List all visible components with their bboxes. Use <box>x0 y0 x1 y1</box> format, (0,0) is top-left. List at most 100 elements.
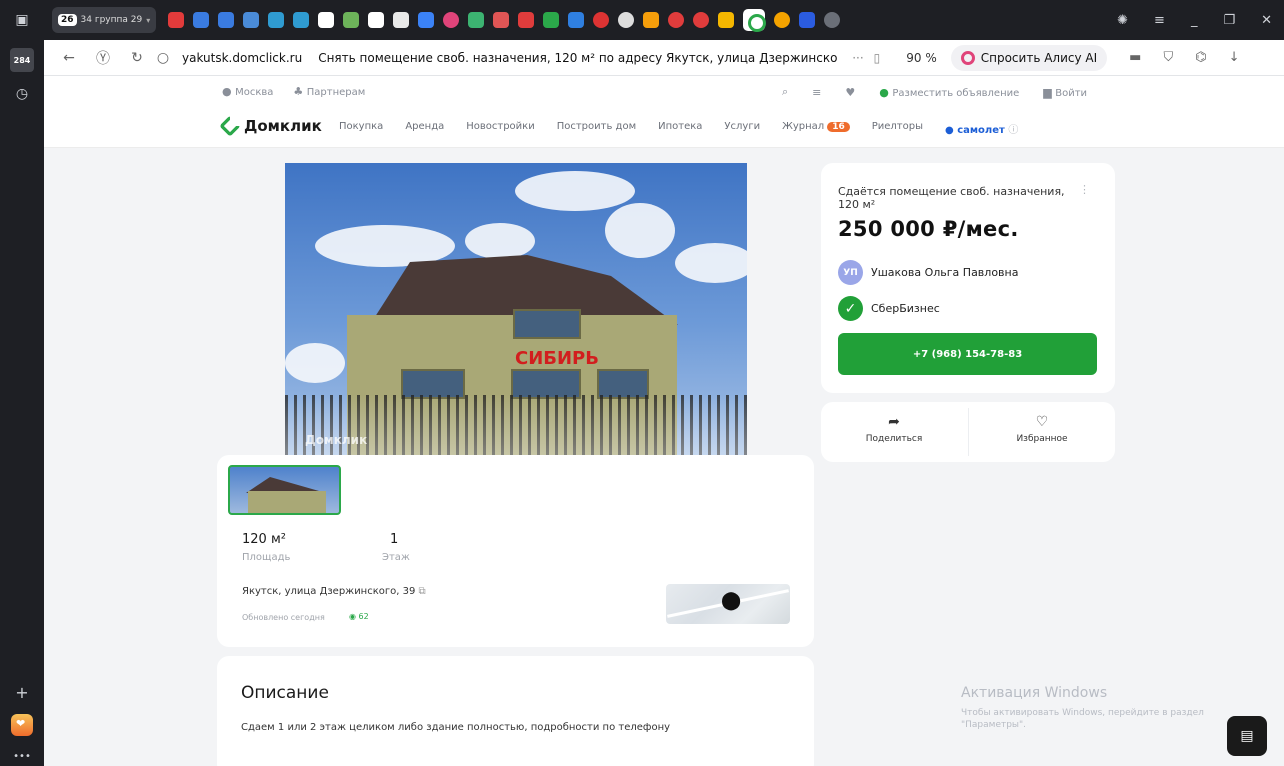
panels-icon[interactable]: ▣ <box>10 8 34 32</box>
nav-link-journal[interactable]: Журнал 16 <box>782 121 850 136</box>
city-label: Москва <box>235 87 274 98</box>
cloud <box>285 343 345 383</box>
tab-favicon[interactable] <box>543 12 560 28</box>
tab-favicon[interactable] <box>799 12 816 28</box>
partners-link[interactable]: ♣ Партнерам <box>293 85 365 98</box>
url-text[interactable]: yakutsk.domclick.ru <box>182 51 302 65</box>
tab-favicon[interactable] <box>693 12 710 28</box>
nav-link-mortgage[interactable]: Ипотека <box>658 121 702 136</box>
tab-count-badge[interactable]: 284 <box>10 48 34 72</box>
tab-favicon[interactable] <box>318 12 335 28</box>
zoom-level[interactable]: 90 % <box>906 51 937 65</box>
tab-favicon[interactable] <box>168 12 185 28</box>
nav-link-new-buildings[interactable]: Новостройки <box>466 121 534 136</box>
floor-label: Этаж <box>382 552 410 563</box>
translate-icon[interactable]: ⌬ <box>1195 50 1206 65</box>
nav-link-build-house[interactable]: Построить дом <box>557 121 636 136</box>
menu-icon[interactable]: ≡ <box>1154 13 1165 28</box>
share-button[interactable]: ➦ Поделиться <box>821 414 967 444</box>
nav-link-realtors[interactable]: Риелторы <box>872 121 923 136</box>
tab-group[interactable]: 26 34 группа 29 ▾ <box>52 7 157 33</box>
logo-text: Домклик <box>244 117 322 135</box>
nav-link-rent[interactable]: Аренда <box>405 121 444 136</box>
favorite-button[interactable]: ♡ Избранное <box>969 414 1115 444</box>
more-vertical-icon[interactable]: ⋮ <box>1079 183 1090 196</box>
extension-icon[interactable]: ✺ <box>1117 13 1128 28</box>
login-icon: ▆ <box>1043 85 1056 99</box>
chat-button[interactable]: ▤ <box>1227 716 1267 756</box>
tab-favicon[interactable] <box>293 12 310 28</box>
tab-favicon[interactable] <box>343 12 360 28</box>
actions-card: ➦ Поделиться ♡ Избранное <box>821 402 1115 462</box>
post-ad-label: Разместить объявление <box>892 87 1020 99</box>
tab-favicon[interactable] <box>774 12 791 28</box>
samolet-link[interactable]: ● самолет ⓘ <box>945 121 1018 136</box>
nav-link-services[interactable]: Услуги <box>724 121 760 136</box>
extension-icon[interactable]: ▬ <box>1129 50 1141 65</box>
tab-favicon[interactable] <box>418 12 435 28</box>
close-icon[interactable]: ✕ <box>1261 13 1272 28</box>
samolet-icon: ● <box>944 125 958 136</box>
back-icon[interactable]: ← <box>60 50 78 66</box>
tab-favicon[interactable] <box>468 12 485 28</box>
cloud <box>605 203 675 258</box>
nav-link-buy[interactable]: Покупка <box>339 121 383 136</box>
tab-favicon[interactable] <box>393 12 410 28</box>
favorites-icon[interactable] <box>11 714 33 736</box>
tab-favicon[interactable] <box>268 12 285 28</box>
more-icon[interactable]: ··· <box>852 51 863 65</box>
floor-value: 1 <box>390 532 399 547</box>
domclick-logo[interactable]: Домклик <box>219 115 322 137</box>
listing-title: Сдаётся помещение своб. назначения, 120 … <box>838 185 1065 211</box>
ask-alice-button[interactable]: Спросить Алису AI <box>950 44 1108 71</box>
tab-favicon[interactable] <box>218 12 235 28</box>
tab-favicon[interactable] <box>443 12 460 28</box>
tab-favicon[interactable] <box>593 12 610 28</box>
city-selector[interactable]: ● Москва <box>222 85 273 98</box>
map-preview[interactable]: ⬤ <box>666 584 790 624</box>
tab-favicon[interactable] <box>618 12 635 28</box>
more-icon[interactable]: ••• <box>10 744 34 766</box>
heart-icon[interactable]: ♥ <box>845 86 855 99</box>
shield-icon[interactable]: ⛉ <box>1163 50 1173 65</box>
main-photo[interactable]: СИБИРЬ Домклик <box>285 163 747 455</box>
compare-icon[interactable]: ≡ <box>812 86 821 99</box>
tab-favicon[interactable] <box>568 12 585 28</box>
tab-favicon[interactable] <box>493 12 510 28</box>
cloud <box>675 243 747 283</box>
tab-favicon[interactable] <box>368 12 385 28</box>
page-title[interactable]: Снять помещение своб. назначения, 120 м²… <box>318 51 838 65</box>
eye-icon: ◉ <box>349 612 359 621</box>
browser-sidebar: ▣ 284 ◷ + ••• <box>0 0 44 766</box>
history-icon[interactable]: ◷ <box>10 82 34 106</box>
minimize-icon[interactable]: _ <box>1191 13 1198 28</box>
login-link[interactable]: ▆ Войти <box>1043 86 1087 99</box>
bookmark-icon[interactable]: ▯ <box>874 51 881 65</box>
tab-favicon[interactable] <box>718 12 735 28</box>
tab-favicon[interactable] <box>668 12 685 28</box>
show-phone-button[interactable]: +7 (968) 154-78-83 <box>838 333 1097 375</box>
add-icon[interactable]: + <box>10 680 34 704</box>
reload-icon[interactable]: ↻ <box>128 50 146 66</box>
search-icon[interactable]: ⌕ <box>782 85 788 99</box>
security-icon[interactable]: ○ <box>154 50 172 66</box>
agent[interactable]: УП Ушакова Ольга Павловна <box>838 260 1018 285</box>
tab-favicon[interactable] <box>243 12 260 28</box>
post-ad-link[interactable]: ● Разместить объявление <box>879 86 1019 99</box>
nav-links: Покупка Аренда Новостройки Построить дом… <box>339 121 1018 136</box>
journal-label: Журнал <box>782 121 825 132</box>
tab-favicon[interactable] <box>518 12 535 28</box>
activation-text: Чтобы активировать Windows, перейдите в … <box>961 708 1204 730</box>
download-icon[interactable]: ↓ <box>1229 50 1240 65</box>
cloud <box>465 223 535 259</box>
photo-thumbnail[interactable] <box>228 465 341 515</box>
company[interactable]: ✓ СберБизнес <box>838 296 940 321</box>
yandex-icon[interactable]: Ⓨ <box>94 48 112 68</box>
active-tab-domclick[interactable] <box>743 9 767 32</box>
tab-favicon[interactable] <box>193 12 210 28</box>
new-tab-icon[interactable] <box>824 12 841 28</box>
copy-icon[interactable]: ⧉ <box>419 586 426 597</box>
restore-icon[interactable]: ❐ <box>1223 13 1235 28</box>
tab-favicon[interactable] <box>643 12 660 28</box>
sber-logo-icon: ✓ <box>838 296 863 321</box>
